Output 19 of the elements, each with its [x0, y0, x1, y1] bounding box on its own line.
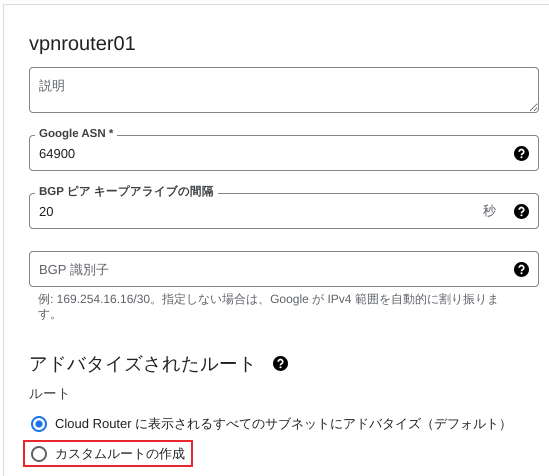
radio-option[interactable]: Cloud Router に表示されるすべてのサブネットにアドバタイズ（デフォルト） — [23, 410, 520, 438]
group-label: ルート — [29, 384, 72, 403]
hint-text: 例: 169.254.16.16/30。指定しない場合は、Google が IPv4 範囲を自動的に割り振ります。 — [38, 292, 499, 322]
help-icon[interactable] — [514, 262, 529, 276]
section-title: アドバタイズされたルート — [29, 352, 257, 376]
field-label: BGP ピア キープアライブの間隔 — [35, 185, 218, 199]
radio-button[interactable] — [31, 446, 47, 462]
help-icon[interactable] — [514, 146, 529, 160]
radio-label[interactable]: カスタムルートの作成 — [55, 444, 185, 464]
page-title: vpnrouter01 — [29, 32, 137, 57]
field-label: Google ASN * — [35, 127, 118, 141]
radio-button[interactable] — [31, 416, 47, 432]
help-icon[interactable] — [273, 356, 288, 372]
unit-label: 秒 — [483, 202, 496, 220]
radio-option[interactable]: カスタムルートの作成 — [23, 440, 193, 468]
help-icon[interactable] — [514, 204, 529, 218]
description-field[interactable]: 説明 — [29, 67, 539, 113]
radio-label[interactable]: Cloud Router に表示されるすべてのサブネットにアドバタイズ（デフォルト） — [55, 414, 512, 434]
input-field[interactable]: BGP 識別子 — [29, 251, 539, 287]
